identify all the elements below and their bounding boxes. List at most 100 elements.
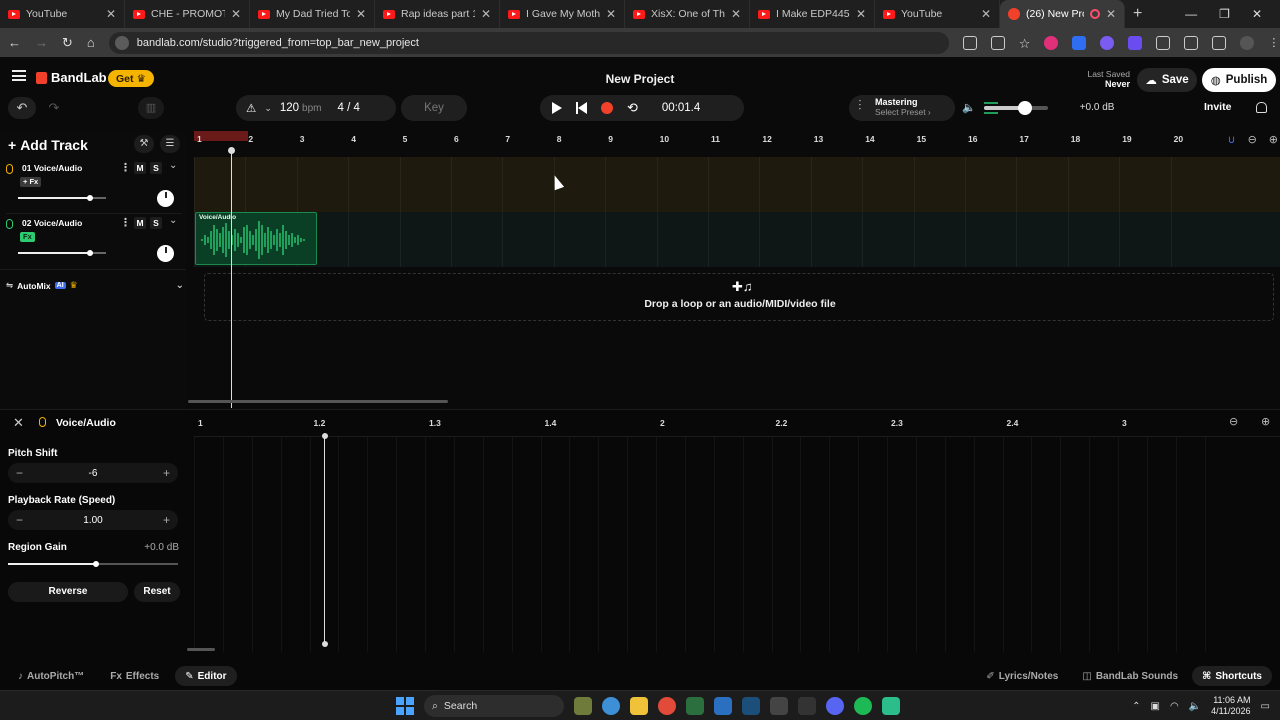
browser-tab[interactable]: XisX: One of The Inter✕	[625, 0, 750, 28]
browser-tab[interactable]: I Make EDP445 Look✕	[750, 0, 875, 28]
pitch-shift-stepper[interactable]: − -6 +	[8, 463, 178, 483]
shortcuts-button[interactable]: ⌘ Shortcuts	[1192, 666, 1272, 686]
mute-button[interactable]: M	[134, 162, 146, 174]
record-button[interactable]	[601, 102, 613, 114]
extension-icon[interactable]	[1072, 35, 1087, 50]
close-tab-icon[interactable]: ✕	[856, 7, 866, 21]
timeline-ruler[interactable]: 1 2 3 4 5 6 7 8 9 10 11 12 13 14 15 16 17 18 19 20	[194, 131, 1280, 149]
home-icon[interactable]: ⌂	[87, 35, 95, 50]
publish-button[interactable]: ◍ Publish	[1202, 68, 1276, 92]
app-icon[interactable]	[770, 697, 788, 715]
add-fx-button[interactable]: + Fx	[20, 177, 42, 187]
chevron-down-icon[interactable]: ⌄	[264, 103, 272, 114]
editor-scrollbar[interactable]	[187, 648, 215, 651]
solo-button[interactable]: S	[150, 217, 162, 229]
chevron-down-icon[interactable]: ⌄	[169, 160, 177, 171]
tray-chevron-icon[interactable]: ⌃	[1132, 701, 1140, 712]
arrangement-timeline[interactable]: 1 2 3 4 5 6 7 8 9 10 11 12 13 14 15 16 17 18 19 20 ∪ ⊖ ⊕ Vo…	[188, 131, 1280, 408]
spotify-icon[interactable]	[854, 697, 872, 715]
volume-knob[interactable]	[1018, 100, 1033, 115]
increment-icon[interactable]: +	[163, 513, 170, 527]
region-gain-slider[interactable]	[8, 560, 178, 567]
volume-icon[interactable]: 🔈	[1189, 701, 1201, 712]
horizontal-scrollbar[interactable]	[188, 400, 448, 403]
zoom-out-icon[interactable]: ⊖	[1248, 133, 1257, 146]
steam-icon[interactable]	[742, 697, 760, 715]
editor-grid[interactable]	[194, 436, 1280, 652]
time-signature[interactable]: 4 / 4	[338, 102, 360, 114]
decrement-icon[interactable]: −	[16, 466, 23, 480]
browser-tab[interactable]: YouTube ✕	[875, 0, 1000, 28]
track-volume-slider[interactable]	[18, 249, 106, 256]
extensions-puzzle-icon[interactable]	[1156, 35, 1171, 50]
get-membership-button[interactable]: Get ♛	[108, 70, 154, 87]
app-icon[interactable]	[686, 697, 704, 715]
close-tab-icon[interactable]: ✕	[231, 7, 241, 21]
volume-handle[interactable]	[87, 249, 94, 256]
track-lane[interactable]	[194, 157, 1280, 212]
loop-region-marker[interactable]	[194, 131, 248, 141]
close-tab-icon[interactable]: ✕	[731, 7, 741, 21]
save-button[interactable]: ☁ Save	[1137, 68, 1197, 92]
track-row[interactable]: 01 Voice/Audio ⋮ M S ⌄ + Fx	[0, 158, 186, 213]
close-tab-icon[interactable]: ✕	[356, 7, 366, 21]
mute-button[interactable]: M	[134, 217, 146, 229]
track-menu-icon[interactable]: ⋮	[120, 216, 131, 229]
bandlab-logo[interactable]: BandLab	[36, 70, 107, 85]
gain-handle[interactable]	[93, 560, 100, 567]
screenshot-icon[interactable]	[962, 35, 977, 50]
tempo-value[interactable]: 120	[280, 102, 299, 114]
autopitch-button[interactable]: ♪ AutoPitch™	[8, 666, 94, 686]
invite-button[interactable]: Invite	[1204, 101, 1231, 113]
app-icon[interactable]	[882, 697, 900, 715]
close-window-icon[interactable]: ✕	[1252, 7, 1262, 21]
track-lane[interactable]	[194, 212, 1280, 267]
menu-icon[interactable]	[12, 70, 26, 81]
key-button[interactable]: Key	[401, 95, 467, 121]
file-explorer-icon[interactable]	[630, 697, 648, 715]
increment-icon[interactable]: +	[163, 466, 170, 480]
add-track-button[interactable]: + Add Track	[8, 137, 92, 153]
maximize-icon[interactable]: ❐	[1219, 7, 1230, 21]
chevron-down-icon[interactable]: ⌄	[176, 280, 184, 291]
zoom-in-icon[interactable]: ⊕	[1269, 133, 1278, 146]
reset-button[interactable]: Reset	[134, 582, 180, 602]
editor-button[interactable]: ✎ Editor	[175, 666, 237, 686]
tuner-icon[interactable]: ⚒	[134, 135, 154, 153]
bandlab-sounds-button[interactable]: ◫ BandLab Sounds	[1072, 666, 1188, 686]
chevron-down-icon[interactable]: ⌄	[169, 215, 177, 226]
pan-knob[interactable]	[157, 245, 174, 262]
master-volume-slider[interactable]	[983, 100, 1048, 115]
app-icon[interactable]	[714, 697, 732, 715]
close-tab-icon[interactable]: ✕	[1106, 7, 1116, 21]
browser-tab[interactable]: CHE - PROMOTIN✕	[125, 0, 250, 28]
snap-magnet-icon[interactable]: ∪	[1228, 133, 1236, 146]
wifi-icon[interactable]: ◠	[1170, 701, 1179, 712]
decrement-icon[interactable]: −	[16, 513, 23, 527]
extension-icon[interactable]	[1044, 35, 1059, 50]
back-icon[interactable]: ←	[8, 35, 21, 50]
sidebar-icon[interactable]	[1184, 35, 1199, 50]
discord-icon[interactable]	[826, 697, 844, 715]
browser-tab-active[interactable]: (26) New Project✕	[1000, 0, 1125, 28]
audio-region[interactable]: Voice/Audio	[195, 212, 317, 265]
extension-icon[interactable]	[1128, 35, 1143, 50]
site-info-icon[interactable]	[114, 35, 129, 50]
lyrics-notes-button[interactable]: ✐ Lyrics/Notes	[976, 666, 1068, 686]
reverse-button[interactable]: Reverse	[8, 582, 128, 602]
track-volume-slider[interactable]	[18, 194, 106, 201]
settings-gear-icon[interactable]	[602, 697, 620, 715]
fx-button[interactable]: Fx	[20, 232, 35, 242]
close-tab-icon[interactable]: ✕	[106, 7, 116, 21]
effects-button[interactable]: Fx Effects	[100, 666, 169, 686]
system-clock[interactable]: 11:06 AM 4/11/2026	[1211, 695, 1250, 717]
chrome-icon[interactable]	[658, 697, 676, 715]
reload-icon[interactable]: ↻	[62, 35, 73, 51]
browser-tab[interactable]: I Gave My Mother a F✕	[500, 0, 625, 28]
speaker-mute-icon[interactable]: 🔈	[962, 101, 976, 114]
browser-tab[interactable]: YouTube ✕	[0, 0, 125, 28]
browser-tab[interactable]: Rap ideas part 1 - You✕	[375, 0, 500, 28]
playhead[interactable]	[228, 147, 235, 408]
editor-playhead[interactable]	[321, 433, 328, 647]
solo-button[interactable]: S	[150, 162, 162, 174]
